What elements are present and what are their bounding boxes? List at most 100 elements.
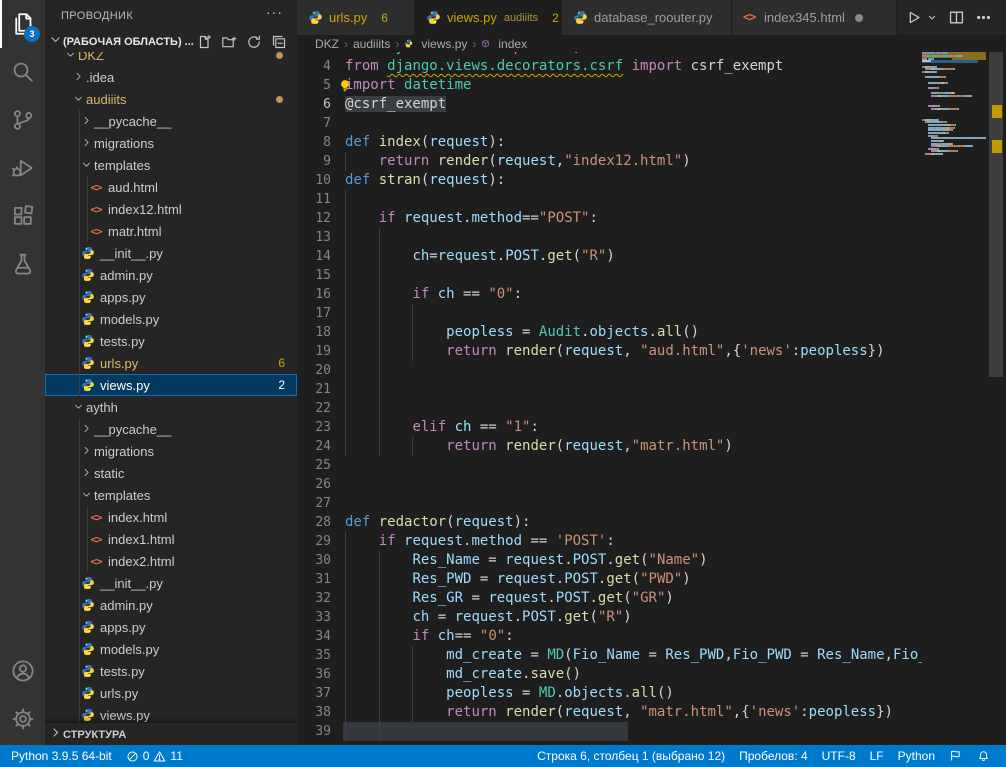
lightbulb-icon[interactable] bbox=[338, 79, 352, 93]
tree-item--pycache-[interactable]: __pycache__ bbox=[45, 418, 297, 440]
code-line-38[interactable]: 38 return render(request, "matr.html",{'… bbox=[297, 703, 922, 722]
vertical-scrollbar[interactable] bbox=[989, 35, 1003, 745]
activity-extensions-button[interactable] bbox=[0, 192, 45, 240]
tree-item-urls-py[interactable]: urls.py bbox=[45, 682, 297, 704]
tree-item-aud-html[interactable]: <>aud.html bbox=[45, 176, 297, 198]
breadcrumb-item-audiiits[interactable]: audiiits bbox=[353, 37, 390, 51]
code-line-16[interactable]: 16 if ch == "0": bbox=[297, 285, 922, 304]
tree-item-migrations[interactable]: migrations bbox=[45, 132, 297, 154]
tree-item-models-py[interactable]: models.py bbox=[45, 308, 297, 330]
code-line-21[interactable]: 21 bbox=[297, 380, 922, 399]
code-line-11[interactable]: 11 bbox=[297, 190, 922, 209]
eol-status[interactable]: LF bbox=[863, 745, 891, 767]
code-line-25[interactable]: 25 bbox=[297, 456, 922, 475]
python-interpreter-status[interactable]: Python 3.9.5 64-bit bbox=[4, 745, 119, 767]
code-line-34[interactable]: 34 if ch== "0": bbox=[297, 627, 922, 646]
activity-source-control-button[interactable] bbox=[0, 96, 45, 144]
code-line-35[interactable]: 35 md_create = MD(Fio_Name = Res_PWD,Fio… bbox=[297, 646, 922, 665]
code-line-10[interactable]: 10def stran(request): bbox=[297, 171, 922, 190]
dirty-dot[interactable] bbox=[855, 14, 863, 22]
code-line-13[interactable]: 13 bbox=[297, 228, 922, 247]
run-icon[interactable] bbox=[905, 9, 922, 26]
outline-section-header[interactable]: СТРУКТУРА bbox=[45, 722, 297, 745]
workspace-section-header[interactable]: (РАБОЧАЯ ОБЛАСТЬ) ... bbox=[45, 32, 297, 52]
code-line-39[interactable]: 39 elif ch== "1": bbox=[297, 722, 922, 741]
tree-item--init-py[interactable]: __init__.py bbox=[45, 572, 297, 594]
code-line-31[interactable]: 31 Res_PWD = request.POST.get("PWD") bbox=[297, 570, 922, 589]
indentation-status[interactable]: Пробелов: 4 bbox=[732, 745, 815, 767]
tree-item-aythh[interactable]: aythh bbox=[45, 396, 297, 418]
breadcrumb-item-dkz[interactable]: DKZ bbox=[315, 37, 339, 51]
more-actions-icon[interactable] bbox=[975, 9, 992, 26]
tree-item-tests-py[interactable]: tests.py bbox=[45, 330, 297, 352]
activity-account-button[interactable] bbox=[0, 647, 45, 695]
scrollbar-thumb[interactable] bbox=[989, 52, 1003, 377]
more-actions-icon[interactable]: ··· bbox=[266, 4, 283, 20]
tree-item-index1-html[interactable]: <>index1.html bbox=[45, 528, 297, 550]
code-line-14[interactable]: 14 ch=request.POST.get("R") bbox=[297, 247, 922, 266]
tree-item--pycache-[interactable]: __pycache__ bbox=[45, 110, 297, 132]
tree-item-templates[interactable]: templates bbox=[45, 154, 297, 176]
code-line-4[interactable]: 4from django.views.decorators.csrf impor… bbox=[297, 57, 922, 76]
code-line-9[interactable]: 9 return render(request,"index12.html") bbox=[297, 152, 922, 171]
code-line-26[interactable]: 26 bbox=[297, 475, 922, 494]
code-line-7[interactable]: 7 bbox=[297, 114, 922, 133]
code-line-18[interactable]: 18 peopless = Audit.objects.all() bbox=[297, 323, 922, 342]
code-line-20[interactable]: 20 bbox=[297, 361, 922, 380]
code-line-23[interactable]: 23 elif ch == "1": bbox=[297, 418, 922, 437]
cursor-position-status[interactable]: Строка 6, столбец 1 (выбрано 12) bbox=[530, 745, 732, 767]
activity-files-button[interactable]: 3 bbox=[0, 0, 45, 48]
collapse-all-icon[interactable] bbox=[271, 34, 287, 50]
tree-item-index2-html[interactable]: <>index2.html bbox=[45, 550, 297, 572]
code-line-32[interactable]: 32 Res_GR = request.POST.get("GR") bbox=[297, 589, 922, 608]
language-mode-status[interactable]: Python bbox=[891, 745, 942, 767]
breadcrumb-item-index[interactable]: index bbox=[481, 37, 527, 51]
code-line-27[interactable]: 27 bbox=[297, 494, 922, 513]
code-line-33[interactable]: 33 ch = request.POST.get("R") bbox=[297, 608, 922, 627]
tree-item-templates[interactable]: templates bbox=[45, 484, 297, 506]
tree-item-tests-py[interactable]: tests.py bbox=[45, 660, 297, 682]
code-line-17[interactable]: 17 bbox=[297, 304, 922, 323]
new-file-icon[interactable] bbox=[196, 34, 212, 50]
breadcrumb-item-views-py[interactable]: views.py bbox=[404, 37, 467, 51]
tree-item-migrations[interactable]: migrations bbox=[45, 440, 297, 462]
code-line-12[interactable]: 12 if request.method=="POST": bbox=[297, 209, 922, 228]
tree-item-index12-html[interactable]: <>index12.html bbox=[45, 198, 297, 220]
tree-item-views-py[interactable]: views.py2 bbox=[45, 374, 297, 396]
code-line-6[interactable]: 6@csrf_exempt bbox=[297, 95, 922, 114]
activity-search-button[interactable] bbox=[0, 48, 45, 96]
split-editor-icon[interactable] bbox=[948, 9, 965, 26]
code-line-22[interactable]: 22 bbox=[297, 399, 922, 418]
tree-item-index-html[interactable]: <>index.html bbox=[45, 506, 297, 528]
refresh-icon[interactable] bbox=[246, 34, 262, 50]
bell-icon[interactable] bbox=[970, 745, 998, 767]
tree-item-static[interactable]: static bbox=[45, 462, 297, 484]
dropdown-chevron-icon[interactable] bbox=[926, 9, 938, 26]
minimap[interactable] bbox=[922, 52, 989, 745]
tab-urls-py[interactable]: urls.py6 bbox=[297, 0, 415, 35]
code-line-28[interactable]: 28def redactor(request): bbox=[297, 513, 922, 532]
tree-item--init-py[interactable]: __init__.py bbox=[45, 242, 297, 264]
tab-views-py[interactable]: views.pyaudiiits2 bbox=[415, 0, 562, 35]
tree-item--idea[interactable]: .idea bbox=[45, 66, 297, 88]
code-line-29[interactable]: 29 if request.method == 'POST': bbox=[297, 532, 922, 551]
code-line-8[interactable]: 8def index(request): bbox=[297, 133, 922, 152]
code-editor[interactable]: 3from aythh.models import MD,Audit4from … bbox=[297, 52, 922, 745]
tab-index345-html[interactable]: <>index345.html bbox=[732, 0, 897, 35]
code-line-15[interactable]: 15 bbox=[297, 266, 922, 285]
feedback-icon[interactable] bbox=[942, 745, 970, 767]
code-line-19[interactable]: 19 return render(request, "aud.html",{'n… bbox=[297, 342, 922, 361]
tab-database-roouter-py[interactable]: database_roouter.py bbox=[562, 0, 732, 35]
code-line-5[interactable]: 5import datetime bbox=[297, 76, 922, 95]
code-line-37[interactable]: 37 peopless = MD.objects.all() bbox=[297, 684, 922, 703]
code-line-30[interactable]: 30 Res_Name = request.POST.get("Name") bbox=[297, 551, 922, 570]
tree-item-audiiits[interactable]: audiiits bbox=[45, 88, 297, 110]
code-line-24[interactable]: 24 return render(request,"matr.html") bbox=[297, 437, 922, 456]
encoding-status[interactable]: UTF-8 bbox=[815, 745, 863, 767]
new-folder-icon[interactable] bbox=[221, 34, 237, 50]
tree-item-admin-py[interactable]: admin.py bbox=[45, 594, 297, 616]
problems-status[interactable]: 011 bbox=[119, 745, 190, 767]
activity-settings-gear-button[interactable] bbox=[0, 695, 45, 743]
code-line-36[interactable]: 36 md_create.save() bbox=[297, 665, 922, 684]
tree-item-matr-html[interactable]: <>matr.html bbox=[45, 220, 297, 242]
